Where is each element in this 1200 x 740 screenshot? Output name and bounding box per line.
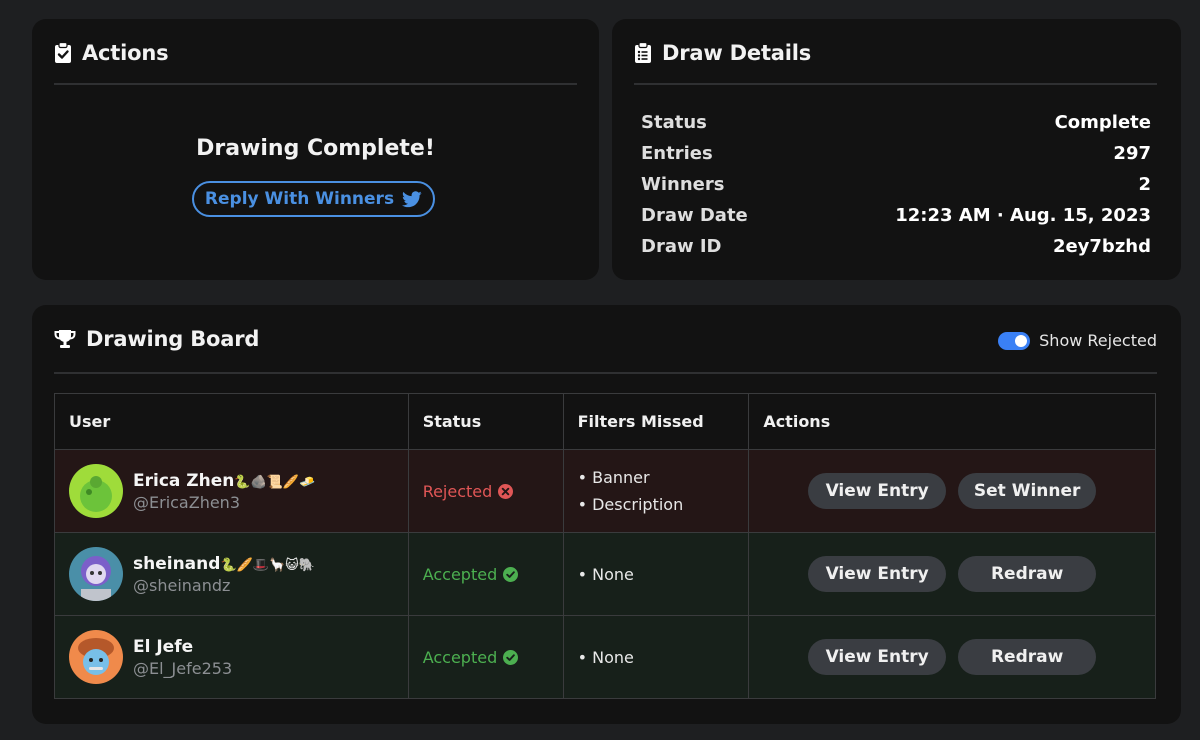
table-row: Erica Zhen🐍🪨📜🥖🧈 @EricaZhen3 Rejected • B…: [54, 449, 1156, 533]
filter-text: Banner: [592, 468, 650, 487]
actions-cell: View Entry Redraw: [748, 532, 1156, 616]
clipboard-list-icon: [634, 42, 652, 64]
avatar[interactable]: [69, 547, 123, 601]
drawing-status-message: Drawing Complete!: [196, 136, 435, 161]
divider: [54, 372, 1157, 374]
column-header-user: User: [54, 393, 409, 450]
status-text: Accepted: [422, 564, 498, 584]
status-text: Rejected: [422, 481, 493, 501]
show-rejected-toggle[interactable]: [998, 331, 1031, 350]
actions-cell: View Entry Set Winner: [748, 449, 1156, 533]
user-cell: Erica Zhen🐍🪨📜🥖🧈 @EricaZhen3: [54, 449, 409, 533]
check-circle-icon: [503, 649, 519, 665]
actions-header: Actions: [54, 41, 169, 65]
detail-key: Draw Date: [641, 205, 748, 226]
filters-cell: • None: [562, 615, 750, 699]
table-row: sheinand🐍🥖🎩🦙😺🐘 @sheinandz Accepted • Non…: [54, 532, 1156, 616]
status-text: Accepted: [422, 647, 498, 667]
details-title: Draw Details: [662, 41, 812, 65]
status-cell: Accepted: [407, 615, 564, 699]
user-name: El Jefe: [133, 637, 232, 657]
clipboard-check-icon: [54, 42, 72, 64]
column-header-actions: Actions: [748, 393, 1156, 450]
filter-item: • Banner: [577, 468, 650, 487]
detail-row-entries: Entries 297: [641, 138, 1151, 169]
filter-item: • Description: [577, 495, 684, 514]
user-emojis: 🐍🪨📜🥖🧈: [234, 474, 316, 490]
actions-cell: View Entry Redraw: [748, 615, 1156, 699]
detail-value: 2ey7bzhd: [1052, 236, 1151, 257]
filter-text: Description: [592, 495, 684, 514]
actions-title: Actions: [82, 41, 169, 65]
user-name-text: El Jefe: [133, 636, 194, 657]
column-header-filters: Filters Missed: [562, 393, 750, 450]
detail-value: 2: [1138, 174, 1151, 195]
user-name-text: Erica Zhen: [133, 470, 235, 491]
user-emojis: 🐍🥖🎩🦙😺🐘: [220, 557, 315, 573]
user-handle: @EricaZhen3: [133, 492, 240, 512]
avatar[interactable]: [69, 630, 123, 684]
user-name-text: sheinand: [133, 553, 221, 574]
detail-row-draw-date: Draw Date 12:23 AM · Aug. 15, 2023: [641, 200, 1151, 231]
filters-cell: • None: [562, 532, 750, 616]
detail-value: 297: [1113, 143, 1151, 164]
detail-row-draw-id: Draw ID 2ey7bzhd: [641, 231, 1151, 262]
redraw-button[interactable]: Redraw: [958, 639, 1097, 675]
detail-key: Winners: [641, 174, 725, 195]
view-entry-button[interactable]: View Entry: [808, 473, 947, 509]
divider: [54, 83, 577, 85]
twitter-icon: [402, 190, 422, 208]
detail-key: Entries: [641, 143, 713, 164]
reply-with-winners-button[interactable]: Reply With Winners: [192, 181, 435, 217]
table-header-row: User Status Filters Missed Actions: [54, 393, 1156, 450]
detail-row-status: Status Complete: [641, 107, 1151, 138]
filters-cell: • Banner • Description: [562, 449, 750, 533]
avatar[interactable]: [69, 464, 123, 518]
view-entry-button[interactable]: View Entry: [808, 556, 947, 592]
board-title: Drawing Board: [86, 327, 260, 351]
user-name: Erica Zhen🐍🪨📜🥖🧈: [133, 471, 315, 491]
details-list: Status Complete Entries 297 Winners 2 Dr…: [641, 107, 1151, 262]
user-cell: El Jefe @El_Jefe253: [54, 615, 409, 699]
toggle-knob: [1015, 334, 1028, 347]
set-winner-button[interactable]: Set Winner: [958, 473, 1097, 509]
actions-card: Actions Drawing Complete! Reply With Win…: [32, 19, 599, 280]
filter-text: None: [592, 564, 634, 584]
entries-table: User Status Filters Missed Actions Erica…: [54, 393, 1156, 699]
status-cell: Accepted: [407, 532, 564, 616]
detail-value: Complete: [1054, 112, 1151, 133]
draw-details-card: Draw Details Status Complete Entries 297…: [612, 19, 1181, 280]
redraw-button[interactable]: Redraw: [958, 556, 1097, 592]
column-header-status: Status: [407, 393, 564, 450]
user-handle: @sheinandz: [133, 575, 231, 595]
detail-row-winners: Winners 2: [641, 169, 1151, 200]
show-rejected-control: Show Rejected: [998, 331, 1157, 350]
detail-value: 12:23 AM · Aug. 15, 2023: [895, 205, 1151, 226]
status-cell: Rejected: [407, 449, 564, 533]
divider: [634, 83, 1157, 85]
filter-item: • None: [577, 564, 634, 584]
details-header: Draw Details: [634, 41, 811, 65]
board-header: Drawing Board: [54, 327, 259, 351]
check-circle-icon: [503, 566, 519, 582]
trophy-icon: [54, 329, 76, 349]
user-handle: @El_Jefe253: [133, 658, 233, 678]
filter-item: • None: [577, 647, 634, 667]
user-name: sheinand🐍🥖🎩🦙😺🐘: [133, 554, 315, 574]
view-entry-button[interactable]: View Entry: [808, 639, 947, 675]
reply-button-label: Reply With Winners: [204, 189, 395, 209]
user-cell: sheinand🐍🥖🎩🦙😺🐘 @sheinandz: [54, 532, 409, 616]
table-row: El Jefe @El_Jefe253 Accepted • None View…: [54, 615, 1156, 699]
x-circle-icon: [498, 483, 514, 499]
detail-key: Status: [641, 112, 707, 133]
detail-key: Draw ID: [641, 236, 722, 257]
show-rejected-label: Show Rejected: [1039, 331, 1157, 350]
filter-text: None: [592, 647, 634, 667]
drawing-board-card: Drawing Board Show Rejected User Status …: [32, 305, 1181, 724]
